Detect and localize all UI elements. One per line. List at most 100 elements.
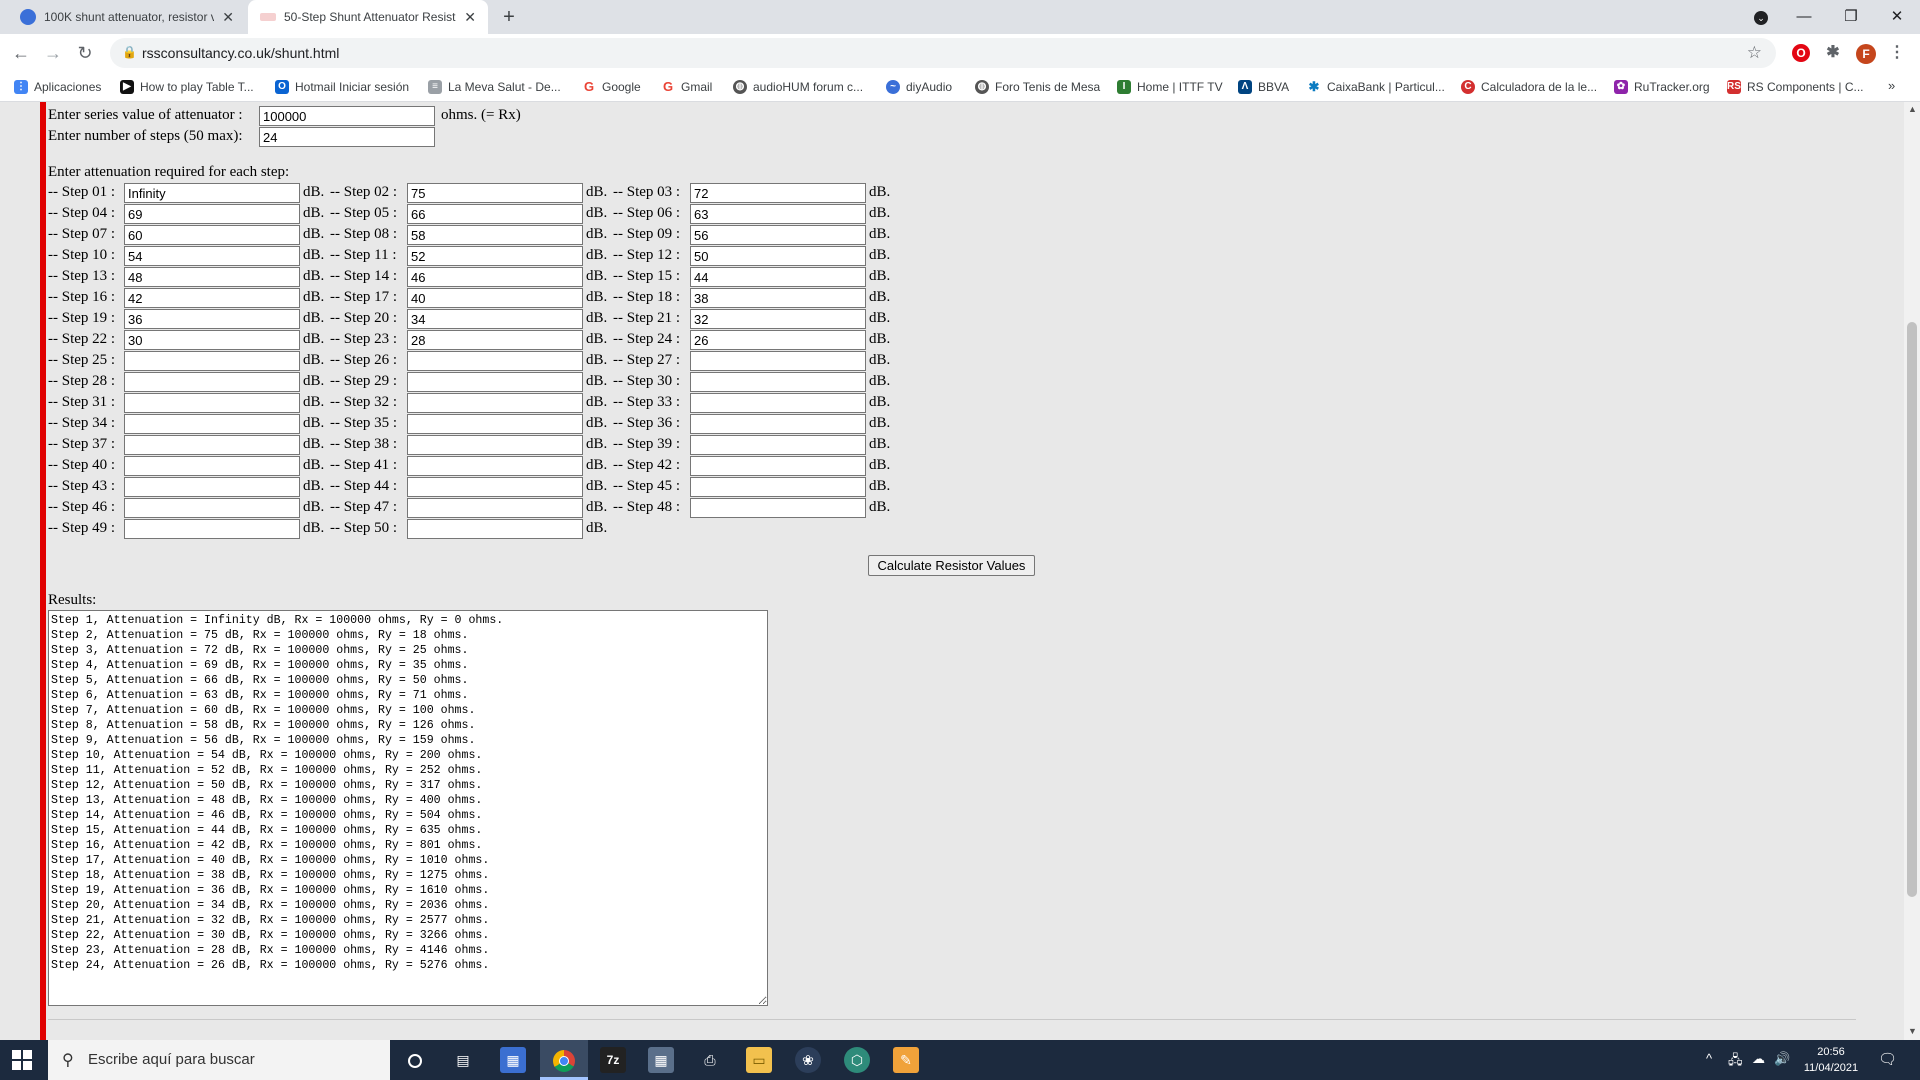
step-attenuation-input[interactable] [690, 225, 866, 245]
step-attenuation-input[interactable] [407, 477, 583, 497]
step-attenuation-input[interactable] [407, 309, 583, 329]
results-textarea[interactable] [48, 610, 768, 1006]
url-text[interactable]: rssconsultancy.co.uk/shunt.html [142, 45, 339, 61]
step-attenuation-input[interactable] [407, 498, 583, 518]
windows-start-icon[interactable] [12, 1050, 32, 1070]
bookmark-google[interactable]: G Google [582, 78, 641, 96]
opera-extension-icon[interactable]: O [1792, 44, 1810, 62]
step-attenuation-input[interactable] [407, 393, 583, 413]
taskbar-clock[interactable]: 20:56 11/04/2021 [1796, 1044, 1866, 1076]
notifications-icon[interactable]: 🗨 [1878, 1050, 1897, 1068]
step-attenuation-input[interactable] [690, 435, 866, 455]
close-tab-icon[interactable]: ✕ [464, 9, 476, 26]
step-attenuation-input[interactable] [407, 225, 583, 245]
bookmark-star-icon[interactable]: ☆ [1747, 43, 1762, 63]
bookmark-bbva[interactable]: Λ BBVA [1238, 78, 1289, 96]
scrollbar-thumb[interactable] [1907, 322, 1917, 897]
step-attenuation-input[interactable] [407, 204, 583, 224]
step-attenuation-input[interactable] [124, 498, 300, 518]
page-scrollbar[interactable]: ▲ ▼ [1904, 102, 1920, 1040]
volume-icon[interactable]: 🔊 [1774, 1051, 1790, 1067]
bookmark-table-tennis[interactable]: ▶ How to play Table T... [120, 78, 254, 96]
notepad-icon[interactable]: ✎ [893, 1047, 919, 1073]
profile-avatar[interactable]: F [1856, 44, 1876, 64]
bookmark-caixabank[interactable]: ✱ CaixaBank | Particul... [1307, 78, 1445, 96]
step-attenuation-input[interactable] [124, 477, 300, 497]
tab-50-step-attenuator[interactable]: 50-Step Shunt Attenuator Resisto ✕ [248, 0, 488, 34]
bookmark-ittf-tv[interactable]: I Home | ITTF TV [1117, 78, 1223, 96]
more-bookmarks-chevron-icon[interactable]: » [1888, 78, 1895, 93]
bookmark-diyaudio[interactable]: ~ diyAudio [886, 78, 952, 96]
task-view-icon[interactable]: ▤ [450, 1047, 476, 1073]
vpn-icon[interactable]: ⬡ [844, 1047, 870, 1073]
step-attenuation-input[interactable] [690, 372, 866, 392]
series-value-input[interactable] [259, 106, 435, 126]
step-attenuation-input[interactable] [690, 309, 866, 329]
chrome-icon[interactable] [551, 1047, 577, 1073]
calculate-resistor-values-button[interactable]: Calculate Resistor Values [868, 555, 1035, 576]
step-attenuation-input[interactable] [124, 246, 300, 266]
cortana-icon[interactable] [402, 1047, 428, 1073]
onedrive-cloud-icon[interactable]: ☁ [1752, 1051, 1765, 1067]
reload-button[interactable]: ↻ [72, 40, 98, 66]
back-button[interactable]: ← [8, 40, 34, 66]
printer-icon[interactable]: ⎙ [697, 1047, 723, 1073]
minimize-button[interactable]: — [1789, 4, 1819, 30]
step-attenuation-input[interactable] [124, 435, 300, 455]
step-attenuation-input[interactable] [407, 372, 583, 392]
bookmark-la-meva-salut[interactable]: ≡ La Meva Salut - De... [428, 78, 561, 96]
step-attenuation-input[interactable] [124, 351, 300, 371]
step-attenuation-input[interactable] [690, 498, 866, 518]
bookmark-foro-tenis[interactable]: ◍ Foro Tenis de Mesa [975, 78, 1100, 96]
close-window-button[interactable]: ✕ [1882, 4, 1912, 30]
step-attenuation-input[interactable] [124, 414, 300, 434]
file-explorer-icon[interactable]: ▭ [746, 1047, 772, 1073]
step-attenuation-input[interactable] [690, 414, 866, 434]
bookmark-hotmail[interactable]: O Hotmail Iniciar sesión [275, 78, 409, 96]
step-attenuation-input[interactable] [407, 267, 583, 287]
calculator-icon[interactable]: ▦ [648, 1047, 674, 1073]
taskbar-search-box[interactable]: ⚲ Escribe aquí para buscar [48, 1040, 390, 1080]
step-attenuation-input[interactable] [124, 372, 300, 392]
step-attenuation-input[interactable] [690, 477, 866, 497]
step-attenuation-input[interactable] [124, 519, 300, 539]
step-attenuation-input[interactable] [690, 183, 866, 203]
step-attenuation-input[interactable] [124, 204, 300, 224]
step-attenuation-input[interactable] [407, 351, 583, 371]
new-tab-button[interactable]: + [497, 6, 521, 30]
paw-icon[interactable]: ❀ [795, 1047, 821, 1073]
taskbar-search-placeholder[interactable]: Escribe aquí para buscar [88, 1051, 255, 1068]
step-attenuation-input[interactable] [407, 183, 583, 203]
address-bar[interactable]: 🔒 rssconsultancy.co.uk/shunt.html ☆ [110, 38, 1776, 68]
step-attenuation-input[interactable] [407, 414, 583, 434]
scroll-down-arrow-icon[interactable]: ▼ [1908, 1026, 1917, 1036]
bookmark-audiohum[interactable]: ◍ audioHUM forum c... [733, 78, 863, 96]
step-attenuation-input[interactable] [124, 225, 300, 245]
maximize-button[interactable]: ❐ [1836, 4, 1866, 30]
bookmark-calculadora[interactable]: C Calculadora de la le... [1461, 78, 1597, 96]
bookmark-rs-components[interactable]: RS RS Components | C... [1727, 78, 1864, 96]
step-attenuation-input[interactable] [407, 519, 583, 539]
tray-chevron-icon[interactable]: ^ [1706, 1051, 1712, 1066]
step-attenuation-input[interactable] [407, 435, 583, 455]
step-attenuation-input[interactable] [407, 456, 583, 476]
7zip-icon[interactable]: 7z [600, 1047, 626, 1073]
bookmark-aplicaciones[interactable]: ⋮ Aplicaciones [14, 78, 101, 96]
step-attenuation-input[interactable] [690, 351, 866, 371]
step-attenuation-input[interactable] [690, 393, 866, 413]
step-attenuation-input[interactable] [690, 456, 866, 476]
step-attenuation-input[interactable] [124, 183, 300, 203]
tab-shunt-calculator[interactable]: 100K shunt attenuator, resistor v ✕ [8, 0, 246, 34]
extensions-puzzle-icon[interactable]: ✱ [1824, 44, 1842, 62]
step-attenuation-input[interactable] [690, 246, 866, 266]
step-attenuation-input[interactable] [124, 393, 300, 413]
step-attenuation-input[interactable] [124, 288, 300, 308]
step-attenuation-input[interactable] [690, 267, 866, 287]
store-icon[interactable]: ▦ [500, 1047, 526, 1073]
step-attenuation-input[interactable] [407, 246, 583, 266]
step-attenuation-input[interactable] [690, 288, 866, 308]
close-tab-icon[interactable]: ✕ [222, 9, 234, 26]
step-attenuation-input[interactable] [124, 330, 300, 350]
scroll-up-arrow-icon[interactable]: ▲ [1908, 104, 1917, 114]
step-attenuation-input[interactable] [124, 456, 300, 476]
